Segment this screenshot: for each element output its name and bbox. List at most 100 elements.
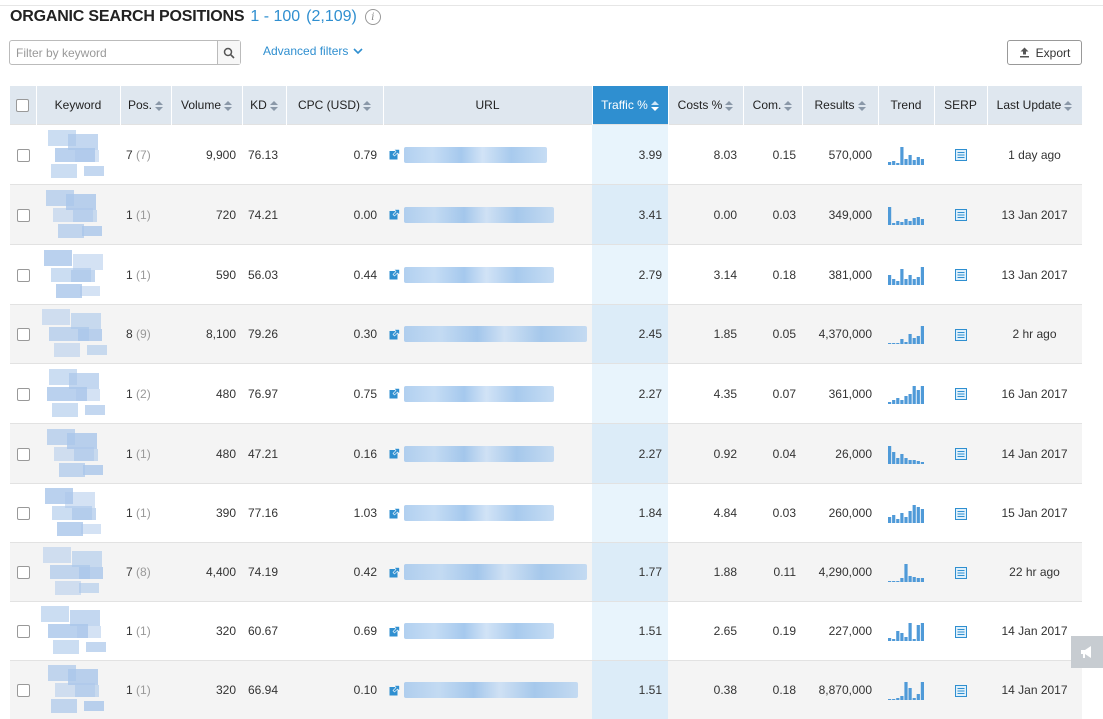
url-blurred[interactable] xyxy=(404,682,578,698)
external-link-icon[interactable] xyxy=(389,209,400,220)
serp-icon[interactable] xyxy=(955,149,967,161)
column-header-costs[interactable]: Costs % xyxy=(668,86,743,125)
table-row[interactable]: 1 (2)48076.970.752.274.350.07361,00016 J… xyxy=(10,364,1082,424)
column-header-competition[interactable]: Com. xyxy=(743,86,802,125)
serp-icon[interactable] xyxy=(955,329,967,341)
serp-icon[interactable] xyxy=(955,388,967,400)
serp-icon[interactable] xyxy=(955,685,967,697)
serp-cell[interactable] xyxy=(934,602,987,661)
column-header-trend[interactable]: Trend xyxy=(878,86,934,125)
url-cell[interactable] xyxy=(383,305,592,364)
url-blurred[interactable] xyxy=(404,147,547,163)
info-icon[interactable]: i xyxy=(365,9,381,25)
keyword-cell[interactable] xyxy=(36,125,120,185)
external-link-icon[interactable] xyxy=(389,388,400,399)
url-cell[interactable] xyxy=(383,424,592,484)
serp-cell[interactable] xyxy=(934,125,987,185)
serp-icon[interactable] xyxy=(955,626,967,638)
keyword-blurred[interactable] xyxy=(45,484,111,542)
serp-cell[interactable] xyxy=(934,484,987,543)
external-link-icon[interactable] xyxy=(389,329,400,340)
table-row[interactable]: 1 (1)48047.210.162.270.920.0426,00014 Ja… xyxy=(10,424,1082,484)
keyword-cell[interactable] xyxy=(36,305,120,364)
keyword-cell[interactable] xyxy=(36,484,120,543)
table-row[interactable]: 1 (1)59056.030.442.793.140.18381,00013 J… xyxy=(10,245,1082,305)
search-button[interactable] xyxy=(217,41,240,64)
serp-icon[interactable] xyxy=(955,448,967,460)
column-header-kd[interactable]: KD xyxy=(242,86,286,125)
column-header-url[interactable]: URL xyxy=(383,86,592,125)
serp-icon[interactable] xyxy=(955,508,967,520)
keyword-blurred[interactable] xyxy=(45,305,111,363)
external-link-icon[interactable] xyxy=(389,567,400,578)
external-link-icon[interactable] xyxy=(389,448,400,459)
serp-cell[interactable] xyxy=(934,305,987,364)
keyword-blurred[interactable] xyxy=(45,246,111,304)
keyword-cell[interactable] xyxy=(36,245,120,305)
table-row[interactable]: 1 (1)72074.210.003.410.000.03349,00013 J… xyxy=(10,185,1082,245)
row-checkbox[interactable] xyxy=(17,149,30,162)
external-link-icon[interactable] xyxy=(389,685,400,696)
serp-cell[interactable] xyxy=(934,543,987,602)
keyword-blurred[interactable] xyxy=(45,425,111,483)
keyword-blurred[interactable] xyxy=(45,186,111,244)
keyword-blurred[interactable] xyxy=(45,602,111,660)
url-blurred[interactable] xyxy=(404,623,554,639)
select-all-checkbox[interactable] xyxy=(16,99,29,112)
row-checkbox[interactable] xyxy=(17,388,30,401)
url-blurred[interactable] xyxy=(404,564,587,580)
table-row[interactable]: 1 (1)32066.940.101.510.380.188,870,00014… xyxy=(10,661,1082,719)
row-checkbox[interactable] xyxy=(17,328,30,341)
row-checkbox[interactable] xyxy=(17,684,30,697)
serp-cell[interactable] xyxy=(934,364,987,424)
serp-cell[interactable] xyxy=(934,185,987,245)
url-cell[interactable] xyxy=(383,543,592,602)
keyword-cell[interactable] xyxy=(36,543,120,602)
keyword-blurred[interactable] xyxy=(45,543,111,601)
url-cell[interactable] xyxy=(383,245,592,305)
filter-keyword-input[interactable] xyxy=(10,41,217,64)
url-blurred[interactable] xyxy=(404,326,587,342)
keyword-cell[interactable] xyxy=(36,364,120,424)
table-row[interactable]: 7 (8)4,40074.190.421.771.880.114,290,000… xyxy=(10,543,1082,602)
serp-cell[interactable] xyxy=(934,424,987,484)
keyword-blurred[interactable] xyxy=(45,126,111,184)
url-blurred[interactable] xyxy=(404,505,554,521)
keyword-blurred[interactable] xyxy=(45,661,111,719)
table-row[interactable]: 8 (9)8,10079.260.302.451.850.054,370,000… xyxy=(10,305,1082,364)
url-blurred[interactable] xyxy=(404,267,554,283)
url-blurred[interactable] xyxy=(404,207,554,223)
column-header-last-update[interactable]: Last Update xyxy=(987,86,1082,125)
row-checkbox[interactable] xyxy=(17,625,30,638)
column-header-cpc[interactable]: CPC (USD) xyxy=(286,86,383,125)
serp-icon[interactable] xyxy=(955,567,967,579)
external-link-icon[interactable] xyxy=(389,269,400,280)
row-checkbox[interactable] xyxy=(17,507,30,520)
column-header-position[interactable]: Pos. xyxy=(120,86,171,125)
url-cell[interactable] xyxy=(383,484,592,543)
external-link-icon[interactable] xyxy=(389,149,400,160)
row-checkbox[interactable] xyxy=(17,566,30,579)
column-header-serp[interactable]: SERP xyxy=(934,86,987,125)
advanced-filters-toggle[interactable]: Advanced filters xyxy=(263,44,363,58)
keyword-cell[interactable] xyxy=(36,424,120,484)
table-row[interactable]: 1 (1)32060.670.691.512.650.19227,00014 J… xyxy=(10,602,1082,661)
column-header-volume[interactable]: Volume xyxy=(171,86,242,125)
url-cell[interactable] xyxy=(383,185,592,245)
keyword-cell[interactable] xyxy=(36,602,120,661)
serp-cell[interactable] xyxy=(934,245,987,305)
column-header-keyword[interactable]: Keyword xyxy=(36,86,120,125)
serp-icon[interactable] xyxy=(955,209,967,221)
keyword-cell[interactable] xyxy=(36,661,120,719)
keyword-blurred[interactable] xyxy=(45,365,111,423)
url-cell[interactable] xyxy=(383,661,592,719)
url-blurred[interactable] xyxy=(404,386,554,402)
column-header-traffic[interactable]: Traffic % xyxy=(592,86,668,125)
url-cell[interactable] xyxy=(383,125,592,185)
external-link-icon[interactable] xyxy=(389,508,400,519)
export-button[interactable]: Export xyxy=(1007,40,1082,65)
table-row[interactable]: 1 (1)39077.161.031.844.840.03260,00015 J… xyxy=(10,484,1082,543)
feedback-button[interactable] xyxy=(1071,636,1103,668)
row-checkbox[interactable] xyxy=(17,448,30,461)
url-cell[interactable] xyxy=(383,364,592,424)
